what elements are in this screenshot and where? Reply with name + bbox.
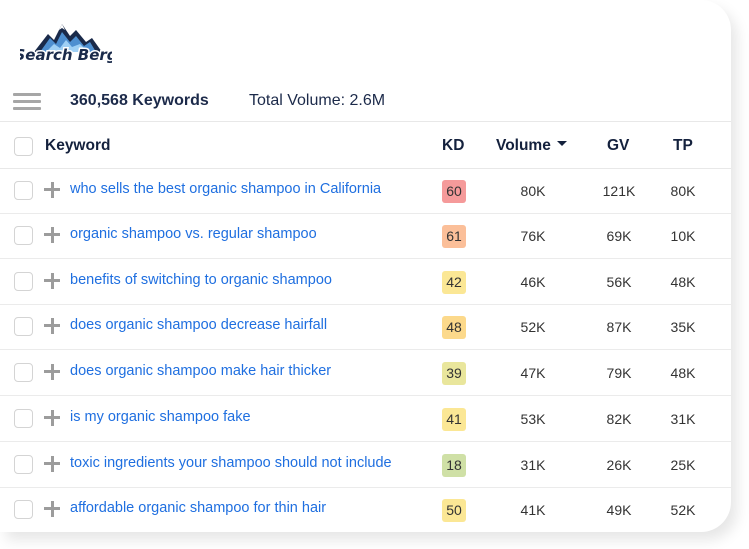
keyword-link[interactable]: is my organic shampoo fake: [70, 409, 251, 425]
table-row: organic shampoo vs. regular shampoo 61 76K…: [0, 214, 731, 259]
gv-value: 79K: [606, 365, 632, 381]
table-row: who sells the best organic shampoo in Ca…: [0, 169, 731, 214]
tp-value: 31K: [670, 411, 696, 427]
kd-badge: 61: [442, 225, 466, 248]
kd-badge: 50: [442, 499, 466, 522]
table-header: Keyword KD Volume GV TP: [0, 123, 731, 169]
add-keyword-plus-icon[interactable]: [44, 227, 60, 243]
row-checkbox[interactable]: [14, 500, 33, 519]
table-row: does organic shampoo make hair thicker 39…: [0, 351, 731, 396]
keyword-link[interactable]: does organic shampoo decrease hairfall: [70, 317, 327, 333]
volume-value: 76K: [520, 228, 546, 244]
column-header-kd[interactable]: KD: [442, 137, 464, 155]
gv-value: 87K: [606, 319, 632, 335]
table-row: affordable organic shampoo for thin hair…: [0, 488, 731, 532]
add-keyword-plus-icon[interactable]: [44, 456, 60, 472]
row-checkbox[interactable]: [14, 317, 33, 336]
column-header-volume-label: Volume: [496, 137, 551, 154]
table-row: is my organic shampoo fake 41 53K 82K 31K: [0, 397, 731, 442]
column-header-keyword[interactable]: Keyword: [45, 137, 110, 155]
kd-badge: 18: [442, 454, 466, 477]
volume-value: 46K: [520, 274, 546, 290]
volume-value: 31K: [520, 457, 546, 473]
gv-value: 49K: [606, 502, 632, 518]
tp-value: 48K: [670, 365, 696, 381]
gv-value: 56K: [606, 274, 632, 290]
gv-value: 26K: [606, 457, 632, 473]
keyword-link[interactable]: organic shampoo vs. regular shampoo: [70, 226, 317, 242]
keyword-link[interactable]: toxic ingredients your shampoo should no…: [70, 455, 392, 471]
table-row: toxic ingredients your shampoo should no…: [0, 443, 731, 488]
tp-value: 52K: [670, 502, 696, 518]
sort-desc-caret-icon: [556, 141, 567, 147]
row-checkbox[interactable]: [14, 181, 33, 200]
svg-text:Search Berg: Search Berg: [20, 46, 112, 64]
tp-value: 10K: [670, 228, 696, 244]
column-header-gv[interactable]: GV: [607, 137, 629, 155]
search-berg-logo: Search Berg: [13, 20, 119, 66]
keyword-link[interactable]: who sells the best organic shampoo in Ca…: [70, 181, 381, 197]
add-keyword-plus-icon[interactable]: [44, 182, 60, 198]
row-checkbox[interactable]: [14, 409, 33, 428]
keyword-table-card: Search Berg 360,568 Keywords Total Volum…: [0, 0, 731, 532]
kd-badge: 39: [442, 362, 466, 385]
row-checkbox[interactable]: [14, 272, 33, 291]
kd-badge: 60: [442, 180, 466, 203]
column-header-tp[interactable]: TP: [673, 137, 693, 155]
tp-value: 48K: [670, 274, 696, 290]
volume-value: 47K: [520, 365, 546, 381]
tp-value: 80K: [670, 183, 696, 199]
summary-bar: 360,568 Keywords Total Volume: 2.6M: [0, 84, 731, 122]
volume-value: 52K: [520, 319, 546, 335]
row-checkbox[interactable]: [14, 226, 33, 245]
mountain-logo-icon: Search Berg: [13, 24, 119, 66]
select-all-checkbox[interactable]: [14, 137, 33, 156]
table-row: does organic shampoo decrease hairfall 48…: [0, 305, 731, 350]
tp-value: 35K: [670, 319, 696, 335]
add-keyword-plus-icon[interactable]: [44, 318, 60, 334]
add-keyword-plus-icon[interactable]: [44, 364, 60, 380]
tp-value: 25K: [670, 457, 696, 473]
table-row: benefits of switching to organic shampoo…: [0, 260, 731, 305]
row-checkbox[interactable]: [14, 363, 33, 382]
keywords-count: 360,568 Keywords: [70, 92, 209, 109]
keyword-link[interactable]: benefits of switching to organic shampoo: [70, 272, 332, 288]
add-keyword-plus-icon[interactable]: [44, 501, 60, 517]
gv-value: 82K: [606, 411, 632, 427]
kd-badge: 41: [442, 408, 466, 431]
keyword-link[interactable]: affordable organic shampoo for thin hair: [70, 500, 326, 516]
volume-value: 41K: [520, 502, 546, 518]
volume-value: 53K: [520, 411, 546, 427]
gv-value: 69K: [606, 228, 632, 244]
total-volume: Total Volume: 2.6M: [249, 92, 386, 109]
menu-icon[interactable]: [13, 93, 41, 111]
add-keyword-plus-icon[interactable]: [44, 273, 60, 289]
keyword-link[interactable]: does organic shampoo make hair thicker: [70, 363, 331, 379]
kd-badge: 42: [442, 271, 466, 294]
gv-value: 121K: [602, 183, 636, 199]
add-keyword-plus-icon[interactable]: [44, 410, 60, 426]
volume-value: 80K: [520, 183, 546, 199]
column-header-volume[interactable]: Volume: [496, 137, 567, 155]
kd-badge: 48: [442, 316, 466, 339]
row-checkbox[interactable]: [14, 455, 33, 474]
